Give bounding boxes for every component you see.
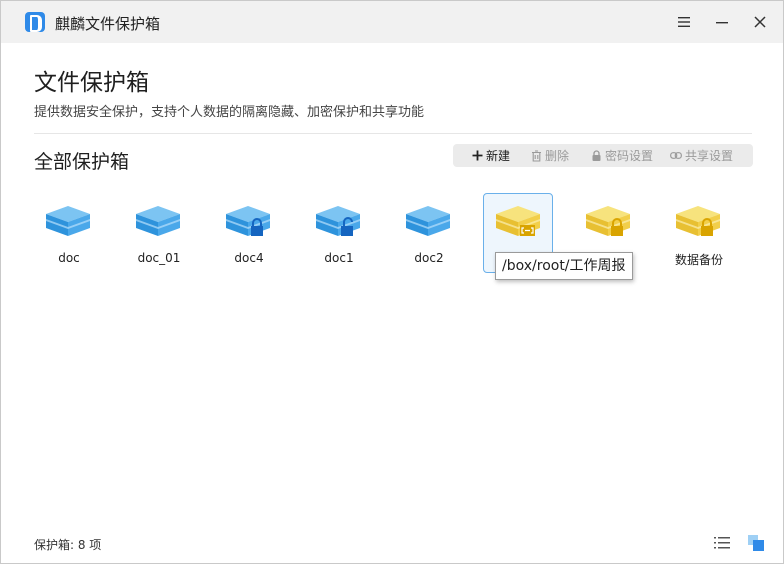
- menu-button[interactable]: [671, 9, 697, 35]
- box-icon: [136, 206, 180, 236]
- box-label: doc_01: [137, 251, 181, 265]
- close-button[interactable]: [747, 9, 773, 35]
- box-item[interactable]: 数据备份: [663, 193, 733, 273]
- share-settings-label: 共享设置: [685, 149, 734, 163]
- box-label: doc: [58, 251, 80, 265]
- box-item[interactable]: doc4: [213, 193, 283, 273]
- page-subtitle: 提供数据安全保护，支持个人数据的隔离隐藏、加密保护和共享功能: [34, 105, 425, 120]
- window-title: 麒麟文件保护箱: [55, 15, 161, 33]
- password-settings-label: 密码设置: [605, 149, 654, 163]
- delete-box-label: 删除: [545, 149, 570, 163]
- plus-icon: [471, 150, 483, 162]
- share-settings-button[interactable]: 共享设置: [670, 144, 733, 167]
- new-box-label: 新建: [486, 149, 511, 163]
- password-settings-button[interactable]: 密码设置: [590, 144, 653, 167]
- header-divider: [34, 133, 752, 134]
- minimize-button[interactable]: [709, 9, 735, 35]
- lock-icon: [590, 149, 602, 162]
- box-item[interactable]: doc_01: [123, 193, 193, 273]
- status-count: 保护箱: 8 项: [34, 538, 102, 552]
- shared-box-icon: [496, 206, 540, 236]
- app-logo-icon: [25, 12, 45, 32]
- section-title: 全部保护箱: [34, 151, 130, 173]
- box-item[interactable]: doc: [33, 193, 103, 273]
- grid-view-button[interactable]: [747, 534, 765, 552]
- minimize-icon: [716, 22, 728, 24]
- box-toolbar: 新建 删除 密码设置 共享设置: [453, 144, 753, 167]
- box-label: doc1: [324, 251, 354, 265]
- box-unlocked-icon: [316, 206, 360, 236]
- list-view-button[interactable]: [713, 535, 731, 551]
- box-label: doc4: [234, 251, 264, 265]
- title-bar: 麒麟文件保护箱: [1, 1, 783, 43]
- box-item[interactable]: doc2: [393, 193, 463, 273]
- box-label: doc2: [414, 251, 444, 265]
- list-view-icon: [714, 537, 730, 549]
- close-icon: [754, 16, 766, 28]
- box-locked-icon: [676, 206, 720, 236]
- grid-view-icon: [748, 535, 764, 551]
- delete-box-button[interactable]: 删除: [530, 144, 569, 167]
- box-icon: [46, 206, 90, 236]
- box-icon: [406, 206, 450, 236]
- page-title: 文件保护箱: [34, 70, 149, 96]
- box-item[interactable]: doc1: [303, 193, 373, 273]
- path-tooltip: /box/root/工作周报: [495, 252, 633, 280]
- box-locked-icon: [226, 206, 270, 236]
- box-label: 数据备份: [674, 253, 723, 267]
- new-box-button[interactable]: 新建: [471, 144, 510, 167]
- hamburger-menu-icon: [678, 17, 690, 27]
- trash-icon: [530, 149, 542, 162]
- link-icon: [670, 150, 682, 162]
- app-window: 麒麟文件保护箱 文件保护箱 提供数据安全保护，支持个人数据的隔离隐藏、加密保护和…: [0, 0, 784, 564]
- box-locked-icon: [586, 206, 630, 236]
